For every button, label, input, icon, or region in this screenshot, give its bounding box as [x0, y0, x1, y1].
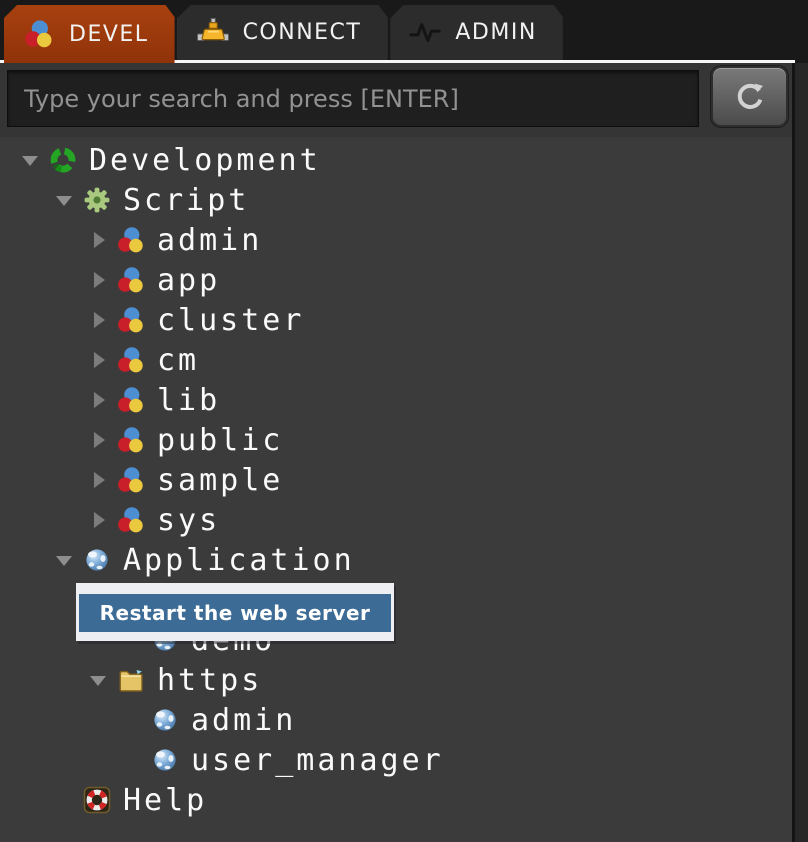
gear-icon [82, 185, 112, 215]
tree-row-label: cluster [157, 303, 304, 338]
collapsed-triangle-icon[interactable] [82, 300, 116, 340]
tree-row-application[interactable]: Application [0, 540, 792, 580]
tree-row-label: lib [157, 383, 220, 418]
tree-row-development[interactable]: Development [0, 140, 792, 180]
three-balls-icon [116, 465, 146, 495]
tab-devel[interactable]: DEVEL [4, 5, 175, 63]
lifebuoy-icon [82, 785, 112, 815]
expanded-triangle-icon[interactable] [48, 180, 82, 220]
tab-bar: DEVEL CONNECT ADMIN [0, 0, 808, 63]
tree-row-script[interactable]: Script [0, 180, 792, 220]
collapsed-triangle-icon[interactable] [82, 500, 116, 540]
tree-row-user-manager[interactable]: user_manager [0, 740, 792, 780]
tree-row-label: public [157, 423, 283, 458]
tree-row-help[interactable]: Help [0, 780, 792, 820]
tree-row-label: Help [123, 783, 207, 818]
expanded-triangle-icon[interactable] [82, 660, 116, 700]
connector-icon [196, 17, 230, 49]
tree-row-label: user_manager [191, 743, 444, 778]
tree-panel: Development Script admin app cluster cm lib pub… [0, 140, 792, 842]
context-menu: Restart the web server [76, 583, 394, 641]
tree-row-label: app [157, 263, 220, 298]
tree-row-label: https [157, 663, 262, 698]
globe-icon [150, 745, 180, 775]
tree-row-label: cm [157, 343, 199, 378]
three-balls-icon [116, 505, 146, 535]
collapsed-triangle-icon[interactable] [82, 260, 116, 300]
tree-row-public[interactable]: public [0, 420, 792, 460]
tree-row-cluster[interactable]: cluster [0, 300, 792, 340]
expanded-triangle-icon[interactable] [48, 540, 82, 580]
tree-row-label: sys [157, 503, 220, 538]
refresh-icon [731, 78, 769, 116]
tab-admin[interactable]: ADMIN [390, 5, 562, 60]
collapsed-triangle-icon[interactable] [82, 340, 116, 380]
tree-row-label: admin [157, 223, 262, 258]
search-toolbar [0, 63, 792, 137]
tab-admin-label: ADMIN [455, 20, 536, 45]
tree-row-https[interactable]: https [0, 660, 792, 700]
tab-devel-label: DEVEL [69, 22, 149, 47]
globe-icon [150, 705, 180, 735]
panel-edge-strip [792, 63, 808, 842]
tab-connect[interactable]: CONNECT [178, 5, 388, 60]
tab-connect-label: CONNECT [243, 20, 362, 45]
dev-ring-icon [48, 145, 78, 175]
twisty-spacer [116, 700, 150, 740]
globe-icon [82, 545, 112, 575]
tree-row-label: sample [157, 463, 283, 498]
pulse-icon [408, 17, 442, 49]
collapsed-triangle-icon[interactable] [82, 220, 116, 260]
tree-row-label: Application [123, 543, 355, 578]
folder-icon [116, 665, 146, 695]
tree-row-sys[interactable]: sys [0, 500, 792, 540]
app-window: DEVEL CONNECT ADMIN Development Script adm… [0, 0, 808, 842]
tree-row-label: Script [123, 183, 249, 218]
three-balls-icon [116, 265, 146, 295]
tree-row-cm[interactable]: cm [0, 340, 792, 380]
three-balls-icon [22, 18, 56, 50]
tree-row-sample[interactable]: sample [0, 460, 792, 500]
three-balls-icon [116, 385, 146, 415]
three-balls-icon [116, 225, 146, 255]
tree-row-admin[interactable]: admin [0, 700, 792, 740]
twisty-spacer [48, 780, 82, 820]
collapsed-triangle-icon[interactable] [82, 380, 116, 420]
search-input[interactable] [7, 70, 699, 127]
collapsed-triangle-icon[interactable] [82, 460, 116, 500]
expanded-triangle-icon[interactable] [14, 140, 48, 180]
tree-row-app[interactable]: app [0, 260, 792, 300]
tree-row-admin[interactable]: admin [0, 220, 792, 260]
twisty-spacer [116, 740, 150, 780]
three-balls-icon [116, 345, 146, 375]
three-balls-icon [116, 425, 146, 455]
menu-item-restart-web-server[interactable]: Restart the web server [79, 594, 391, 632]
tree-row-label: Development [89, 143, 321, 178]
refresh-button[interactable] [711, 66, 788, 127]
tree-row-lib[interactable]: lib [0, 380, 792, 420]
three-balls-icon [116, 305, 146, 335]
collapsed-triangle-icon[interactable] [82, 420, 116, 460]
tree-row-label: admin [191, 703, 296, 738]
